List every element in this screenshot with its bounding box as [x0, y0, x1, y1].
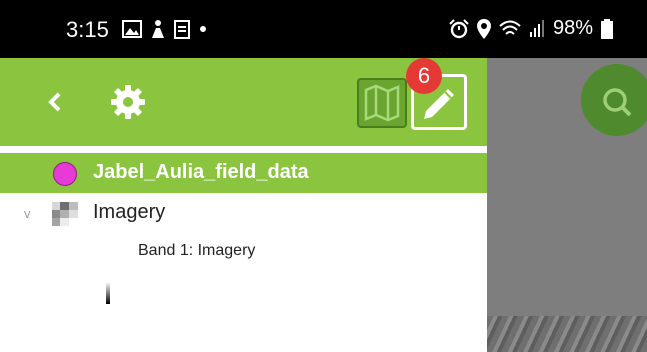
- battery-percent: 98%: [552, 17, 593, 39]
- back-button[interactable]: [42, 88, 70, 116]
- map-imagery: [487, 316, 647, 352]
- chevron-down-icon[interactable]: v: [24, 206, 31, 221]
- layer-row-imagery[interactable]: v Imagery: [0, 196, 487, 232]
- imagery-layer-icon: [52, 202, 78, 226]
- map-button[interactable]: [357, 78, 407, 128]
- status-bar: 3:15 98%: [0, 0, 647, 58]
- person-icon: [152, 20, 164, 38]
- dot-icon: [200, 26, 206, 32]
- alarm-icon: [449, 18, 469, 38]
- wifi-icon: [499, 20, 521, 35]
- image-icon: [122, 20, 142, 38]
- layer-name: Imagery: [93, 201, 166, 223]
- map-view[interactable]: [487, 58, 647, 352]
- notification-badge: 6: [406, 58, 442, 94]
- grayscale-legend: [106, 282, 110, 304]
- signal-icon: [529, 19, 544, 37]
- settings-button[interactable]: [108, 82, 148, 122]
- gear-icon: [111, 85, 145, 119]
- search-button[interactable]: [581, 64, 647, 136]
- clipboard-icon: [174, 20, 190, 39]
- notification-icons: [122, 19, 208, 39]
- band-label: Band 1: Imagery: [138, 242, 256, 259]
- layer-row-field-data[interactable]: Jabel_Aulia_field_data: [0, 153, 487, 193]
- status-time: 3:15: [66, 17, 109, 42]
- back-icon: [48, 92, 61, 112]
- layer-name: Jabel_Aulia_field_data: [93, 161, 309, 183]
- layer-color-swatch: [53, 162, 77, 186]
- search-icon: [603, 88, 632, 117]
- system-icons: 98%: [449, 17, 613, 40]
- location-icon: [476, 18, 491, 39]
- map-icon: [364, 84, 400, 122]
- battery-icon: [601, 18, 613, 39]
